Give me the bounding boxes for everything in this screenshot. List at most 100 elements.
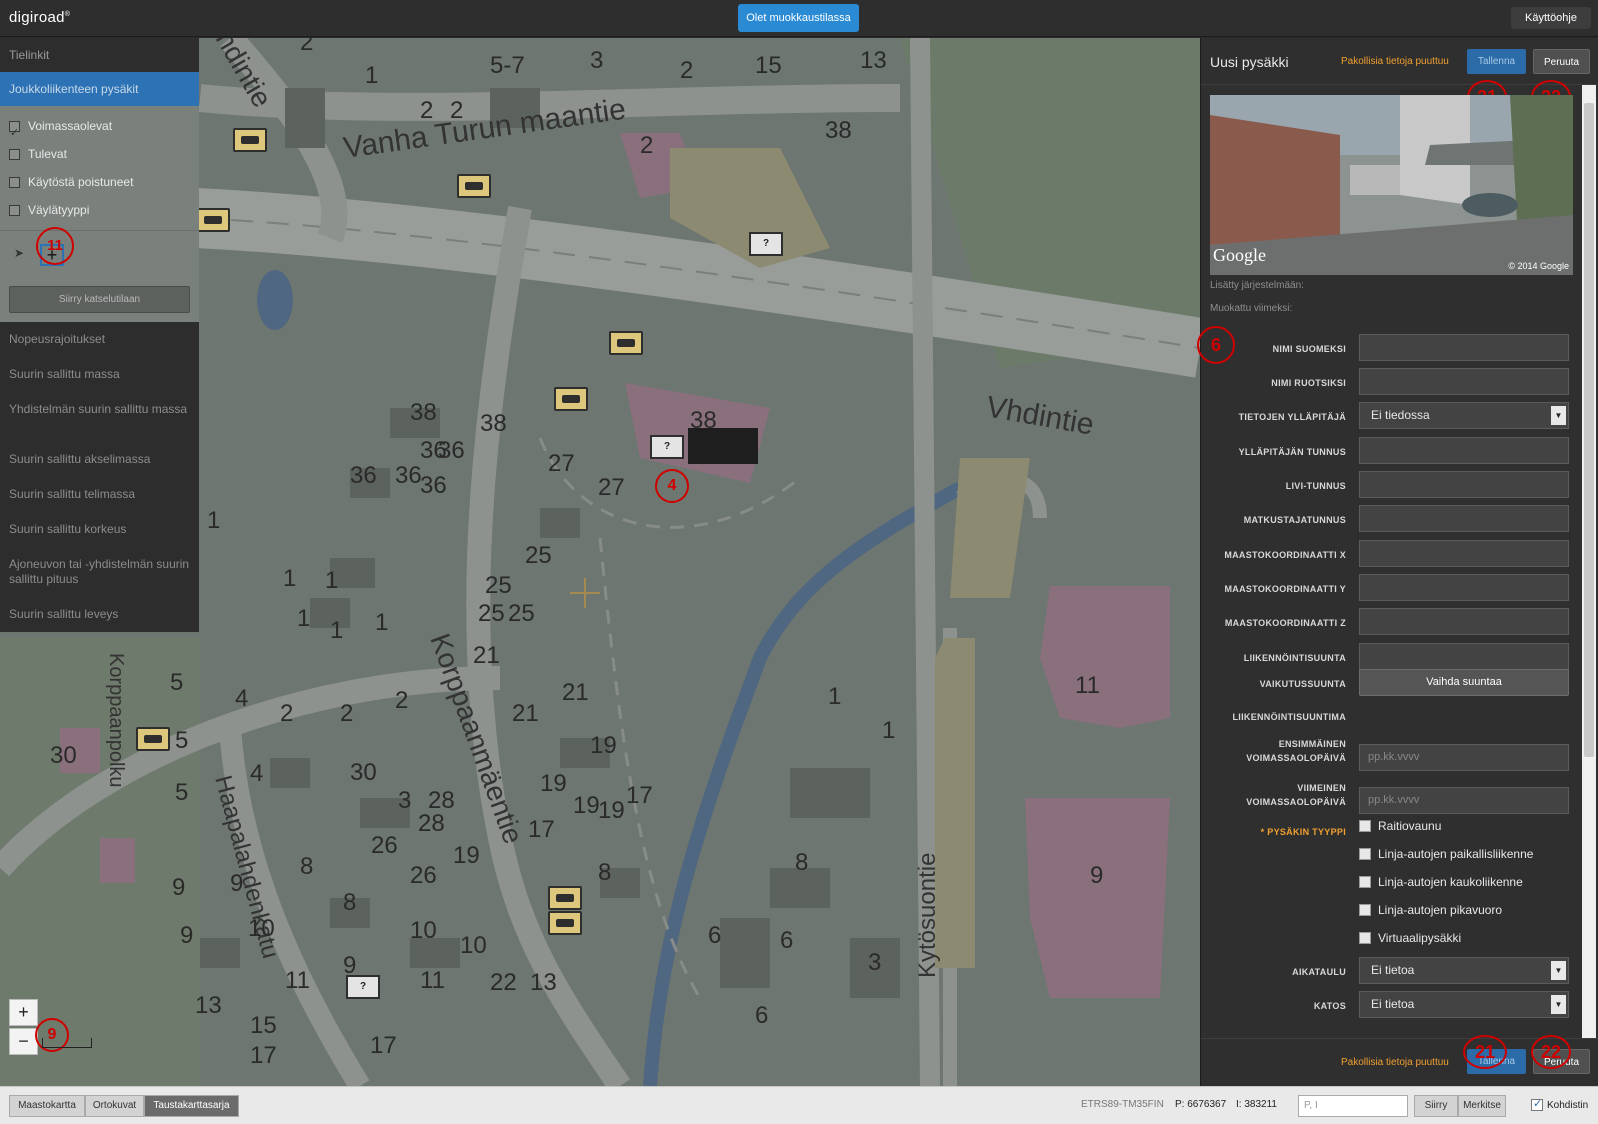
text-field[interactable] <box>1359 643 1569 670</box>
checkbox[interactable] <box>9 176 20 188</box>
house-number: 1 <box>828 683 841 710</box>
base-layer-background[interactable]: Taustakarttasarja <box>144 1095 239 1117</box>
checkbox[interactable] <box>9 119 20 147</box>
tab-transit-stops[interactable]: Joukkoliikenteen pysäkit <box>0 72 199 106</box>
maintainer-select[interactable]: Ei tiedossa ▼ <box>1359 402 1569 429</box>
house-number: 11 <box>285 967 310 994</box>
text-field[interactable] <box>1359 368 1569 395</box>
zoom-out-button[interactable]: − <box>9 1028 38 1055</box>
stop-type-local-bus[interactable]: Linja-autojen paikallisliikenne <box>1359 845 1533 863</box>
save-button[interactable]: Tallenna <box>1467 49 1526 74</box>
house-number: 38 <box>480 410 507 437</box>
added-label: Lisätty järjestelmään: <box>1210 280 1304 291</box>
layer-item[interactable]: Suurin sallittu akselimassa <box>0 442 199 477</box>
bus-stop-icon[interactable] <box>554 387 588 411</box>
checkbox[interactable] <box>1359 904 1371 916</box>
street-view-image[interactable]: Google © 2014 Google <box>1210 95 1573 275</box>
text-field[interactable] <box>1359 540 1569 567</box>
filter-valid[interactable]: Voimassaolevat <box>0 112 199 147</box>
checkbox[interactable] <box>9 148 20 160</box>
text-field[interactable] <box>1359 334 1569 361</box>
house-number: 11 <box>420 967 445 994</box>
text-field[interactable] <box>1359 608 1569 635</box>
shelter-select[interactable]: Ei tietoa ▼ <box>1359 991 1569 1018</box>
change-direction-button[interactable]: Vaihda suuntaa <box>1359 669 1569 696</box>
filter-removed[interactable]: Käytöstä poistuneet <box>0 168 199 196</box>
bus-stop-icon[interactable] <box>136 727 170 751</box>
house-number: 6 <box>708 922 721 949</box>
text-field[interactable] <box>1359 574 1569 601</box>
house-number: 2 <box>395 687 408 714</box>
filter-future[interactable]: Tulevat <box>0 140 199 168</box>
modified-label: Muokattu viimeksi: <box>1210 303 1293 314</box>
checkbox[interactable] <box>1359 848 1371 860</box>
house-number: 13 <box>860 47 887 74</box>
checkbox[interactable] <box>9 204 20 216</box>
house-number: 13 <box>530 969 557 996</box>
house-number: 17 <box>626 782 653 809</box>
house-number: 17 <box>370 1032 397 1059</box>
crosshair-toggle[interactable]: Kohdistin <box>1531 1097 1588 1111</box>
photo-credit: © 2014 Google <box>1508 261 1569 271</box>
layer-item[interactable]: Suurin sallittu leveys <box>0 597 199 632</box>
edit-mode-button[interactable]: Olet muokkaustilassa <box>738 4 859 32</box>
stop-type-virtual[interactable]: Virtuaalipysäkki <box>1359 929 1461 947</box>
bus-stop-icon[interactable] <box>233 128 267 152</box>
house-number: 21 <box>562 679 589 706</box>
last-valid-date-input[interactable]: pp.kk.vvvv <box>1359 787 1569 814</box>
house-number: 26 <box>371 832 398 859</box>
bus-stop-icon[interactable] <box>196 208 230 232</box>
stop-type-express-bus[interactable]: Linja-autojen pikavuoro <box>1359 901 1502 919</box>
layer-item[interactable]: Suurin sallittu korkeus <box>0 512 199 547</box>
layer-item[interactable]: Suurin sallittu telimassa <box>0 477 199 512</box>
select-tool-icon[interactable]: ➤ <box>14 246 24 260</box>
timetable-select[interactable]: Ei tietoa ▼ <box>1359 957 1569 984</box>
panel-footer: Pakollisia tietoja puuttuu Tallenna Peru… <box>1201 1035 1598 1086</box>
layer-item[interactable]: Yhdistelmän suurin sallittu massa <box>0 392 199 442</box>
panel-scrollbar[interactable] <box>1582 85 1596 1075</box>
house-number: 4 <box>235 685 248 712</box>
layer-item[interactable]: Ajoneuvon tai -yhdistelmän suurin sallit… <box>0 547 199 597</box>
unknown-stop-icon[interactable]: ? <box>749 232 783 256</box>
mark-button[interactable]: Merkitse <box>1458 1095 1506 1117</box>
coordinate-input[interactable]: P, I <box>1298 1095 1408 1117</box>
help-button[interactable]: Käyttöohje <box>1511 7 1591 29</box>
scrollbar-thumb[interactable] <box>1584 103 1594 757</box>
zoom-in-button[interactable]: + <box>9 999 38 1026</box>
house-number: 26 <box>410 862 437 889</box>
stop-type-long-distance-bus[interactable]: Linja-autojen kaukoliikenne <box>1359 873 1523 891</box>
base-layer-ortho[interactable]: Ortokuvat <box>85 1095 144 1117</box>
checkbox[interactable] <box>1359 876 1371 888</box>
view-mode-button[interactable]: Siirry katselutilaan <box>9 286 190 313</box>
stop-type-tram[interactable]: Raitiovaunu <box>1359 817 1441 835</box>
bus-stop-icon[interactable] <box>609 331 643 355</box>
filter-road-type[interactable]: Väylätyyppi <box>0 196 199 224</box>
bus-stop-icon[interactable] <box>457 174 491 198</box>
cancel-button[interactable]: Peruuta <box>1533 49 1590 74</box>
move-button[interactable]: Siirry <box>1414 1095 1458 1117</box>
text-field[interactable] <box>1359 505 1569 532</box>
base-layer-terrain[interactable]: Maastokartta <box>9 1095 85 1117</box>
first-valid-label: ENSIMMÄINEN VOIMASSAOLOPÄIVÄ <box>1246 739 1346 763</box>
field-label: LIVI-TUNNUS <box>1285 481 1346 491</box>
checkbox[interactable] <box>1531 1097 1543 1111</box>
layer-item[interactable]: Nopeusrajoitukset <box>0 322 199 357</box>
field-label: LIIKENNÖINTISUUNTA <box>1243 653 1346 663</box>
text-field[interactable] <box>1359 471 1569 498</box>
bus-stop-icon[interactable] <box>548 911 582 935</box>
house-number: 6 <box>780 927 793 954</box>
tab-road-links[interactable]: Tielinkit <box>0 38 199 72</box>
bus-stop-icon[interactable] <box>548 886 582 910</box>
house-number: 2 <box>680 57 693 84</box>
first-valid-date-input[interactable]: pp.kk.vvvv <box>1359 744 1569 771</box>
layer-item[interactable]: Suurin sallittu massa <box>0 357 199 392</box>
new-stop-icon[interactable]: ? <box>650 435 684 459</box>
unknown-stop-icon[interactable]: ? <box>346 975 380 999</box>
text-field[interactable] <box>1359 437 1569 464</box>
house-number: 25 <box>485 572 512 599</box>
annotation-marker: 4 <box>655 469 689 503</box>
house-number: 9 <box>172 874 185 901</box>
house-number: 2 <box>340 700 353 727</box>
checkbox[interactable] <box>1359 932 1371 944</box>
checkbox[interactable] <box>1359 820 1371 832</box>
